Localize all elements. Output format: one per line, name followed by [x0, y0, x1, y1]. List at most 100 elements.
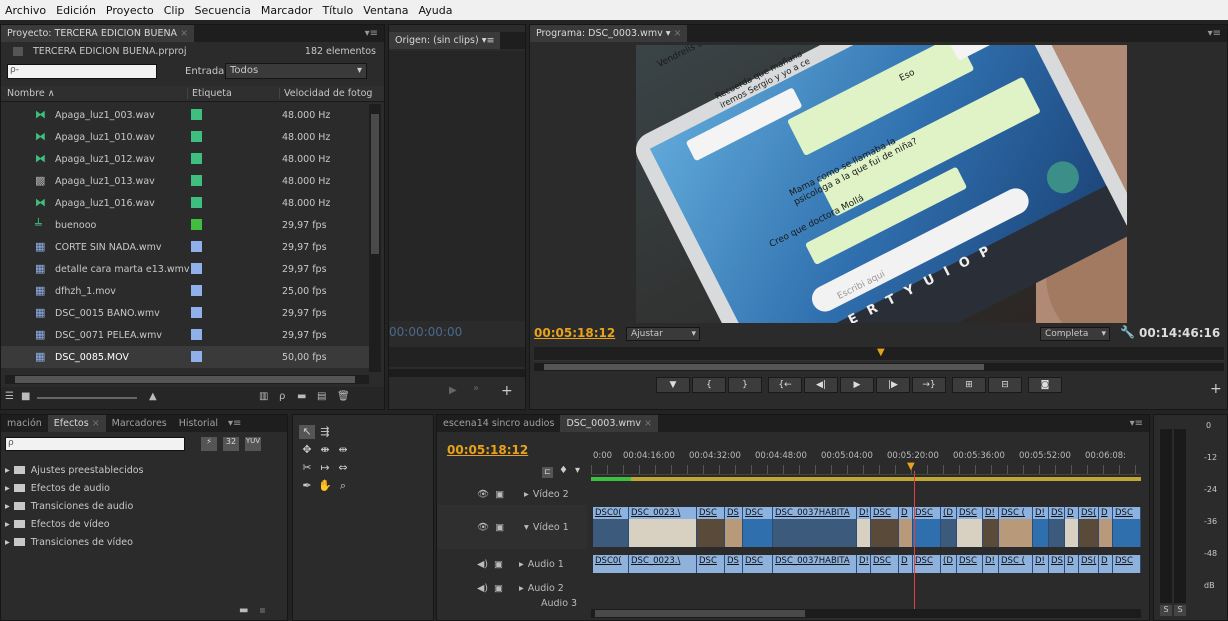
add-button-icon[interactable]: +	[501, 383, 513, 399]
hscroll-thumb[interactable]	[595, 610, 805, 617]
audio-clip[interactable]: DSC	[871, 555, 899, 573]
mark-in-button[interactable]: {	[692, 377, 726, 393]
add-marker-button[interactable]: ▼	[656, 377, 690, 393]
project-hscrollbar[interactable]	[5, 375, 369, 384]
menu-edicion[interactable]: Edición	[51, 4, 101, 17]
lock-icon[interactable]: ▣	[494, 559, 503, 570]
project-item-row[interactable]: ⧓ Apaga_luz1_003.wav 48.000 Hz	[1, 104, 371, 126]
project-item-row[interactable]: ╧ buenooo 29,97 fps	[1, 214, 371, 236]
program-ruler[interactable]: ▼	[534, 347, 1224, 361]
audio-clip[interactable]: D!	[983, 555, 999, 573]
video-clip[interactable]: DSC	[697, 507, 725, 547]
source-scroll[interactable]	[389, 369, 525, 377]
label-color-swatch[interactable]	[191, 241, 202, 252]
selection-tool-icon[interactable]: ↖	[299, 425, 315, 439]
track-select-tool-icon[interactable]: ⇶	[317, 425, 333, 439]
effects-folder-presets[interactable]: ▸ Ajustes preestablecidos	[5, 461, 144, 479]
effects-search-input[interactable]: ρ	[5, 437, 185, 451]
eye-icon[interactable]: 👁	[477, 489, 489, 500]
mark-out-button[interactable]: }	[728, 377, 762, 393]
timeline-hscrollbar[interactable]	[591, 609, 1141, 618]
video-clip[interactable]: (D	[941, 507, 957, 547]
collapse-arrow-icon[interactable]: ▾	[524, 522, 529, 533]
speaker-icon[interactable]: ◀)	[477, 583, 488, 594]
video-clip[interactable]: D	[899, 507, 913, 547]
menu-ventana[interactable]: Ventana	[358, 4, 413, 17]
label-color-swatch[interactable]	[191, 175, 202, 186]
close-icon[interactable]: ×	[644, 418, 652, 429]
close-icon[interactable]: ×	[674, 28, 682, 39]
chevron-down-icon[interactable]: ▾	[666, 28, 671, 39]
expand-arrow-icon[interactable]: ▸	[524, 489, 529, 500]
zoom-thumb[interactable]	[544, 364, 984, 370]
automate-icon[interactable]: ▥	[259, 391, 268, 402]
expand-arrow-icon[interactable]: ▸	[5, 483, 10, 494]
expand-arrow-icon[interactable]: ▸	[5, 519, 10, 530]
video-clip[interactable]: DS	[725, 507, 743, 547]
new-bin-icon[interactable]: ▬	[297, 391, 306, 402]
audio-clip[interactable]: (D	[941, 555, 957, 573]
new-bin-icon[interactable]: ▬	[239, 605, 248, 616]
program-timecode[interactable]: 00:05:18:12	[534, 326, 615, 340]
project-scrollbar[interactable]	[369, 104, 381, 372]
trash-icon[interactable]: 🗑	[337, 391, 350, 402]
audio-clip[interactable]: DSC	[913, 555, 941, 573]
list-view-icon[interactable]: ☰	[5, 391, 14, 402]
expand-arrow-icon[interactable]: ▸	[5, 465, 10, 476]
zoom-slider[interactable]	[37, 397, 137, 399]
program-video-frame[interactable]: Vendrelis a cen Recuerda que mañana irem…	[636, 45, 1127, 323]
tab-source[interactable]: Origen: (sin clips) ▾≡	[389, 32, 501, 49]
pen-tool-icon[interactable]: ✒	[299, 479, 315, 493]
hscroll-thumb[interactable]	[15, 376, 355, 383]
tab-sequence-escena14[interactable]: escena14 sincro audios	[437, 415, 560, 432]
video-clip[interactable]: DSC	[957, 507, 983, 547]
accelerated-effects-icon[interactable]: ⚡	[201, 437, 217, 451]
goto-in-button[interactable]: {←	[768, 377, 802, 393]
rolling-edit-tool-icon[interactable]: ⇼	[317, 443, 333, 457]
label-color-swatch[interactable]	[191, 329, 202, 340]
program-zoom-bar[interactable]	[534, 363, 1224, 371]
solo-right-button[interactable]: S	[1174, 605, 1186, 616]
fast-forward-icon[interactable]: »	[473, 383, 479, 394]
video-clip[interactable]: DSC	[743, 507, 773, 547]
panel-menu-icon[interactable]: ▾≡	[228, 418, 241, 429]
lock-icon[interactable]: ▣	[494, 583, 503, 594]
video-clip[interactable]: DSC	[913, 507, 941, 547]
tab-program[interactable]: Programa: DSC_0003.wmv ▾ ×	[530, 25, 688, 42]
video-clip[interactable]: DS(	[1079, 507, 1099, 547]
audio-clip[interactable]: DSC_0037HABITA	[773, 555, 857, 573]
expand-arrow-icon[interactable]: ▸	[5, 537, 10, 548]
add-button-icon[interactable]: +	[1210, 381, 1222, 397]
audio-clip[interactable]: D!	[1033, 555, 1049, 573]
label-color-swatch[interactable]	[191, 197, 202, 208]
tab-history[interactable]: Historial	[173, 415, 224, 432]
ripple-edit-tool-icon[interactable]: ✥	[299, 443, 315, 457]
menu-secuencia[interactable]: Secuencia	[190, 4, 256, 17]
icon-view-icon[interactable]: ■	[21, 391, 30, 402]
tab-effects[interactable]: Efectos ×	[47, 415, 106, 432]
tab-sequence-dsc0003[interactable]: DSC_0003.wmv ×	[560, 415, 658, 432]
project-item-row[interactable]: ▦ DSC_0071 PELEA.wmv 29,97 fps	[1, 324, 371, 346]
menu-titulo[interactable]: Título	[317, 4, 358, 17]
zoom-tool-icon[interactable]: ⌕	[335, 479, 351, 493]
yuv-effects-icon[interactable]: YUV	[245, 437, 261, 451]
effects-folder-video-effects[interactable]: ▸ Efectos de vídeo	[5, 515, 110, 533]
marker-icon[interactable]: ♦	[559, 465, 568, 476]
video-clip[interactable]: DSC	[1113, 507, 1141, 547]
video-clip[interactable]: D!	[857, 507, 871, 547]
audio-clip[interactable]: DSC (	[999, 555, 1033, 573]
video-clip[interactable]: DSC_0023.\	[629, 507, 697, 547]
find-icon[interactable]: ρ	[279, 391, 285, 402]
panel-menu-icon[interactable]: ▾≡	[482, 35, 495, 46]
goto-out-button[interactable]: →}	[912, 377, 946, 393]
label-color-swatch[interactable]	[191, 263, 202, 274]
project-item-row[interactable]: ▦ DSC_0085.MOV 50,00 fps	[1, 346, 371, 368]
eye-icon[interactable]: 👁	[477, 522, 489, 533]
menu-clip[interactable]: Clip	[159, 4, 190, 17]
panel-menu-icon[interactable]: ▾≡	[1130, 418, 1143, 429]
menu-ayuda[interactable]: Ayuda	[413, 4, 457, 17]
video-clip[interactable]: D!	[983, 507, 999, 547]
export-frame-button[interactable]: ◙	[1028, 377, 1062, 393]
project-item-row[interactable]: ▦ detalle cara marta e13.wmv 29,97 fps	[1, 258, 371, 280]
label-color-swatch[interactable]	[191, 109, 202, 120]
